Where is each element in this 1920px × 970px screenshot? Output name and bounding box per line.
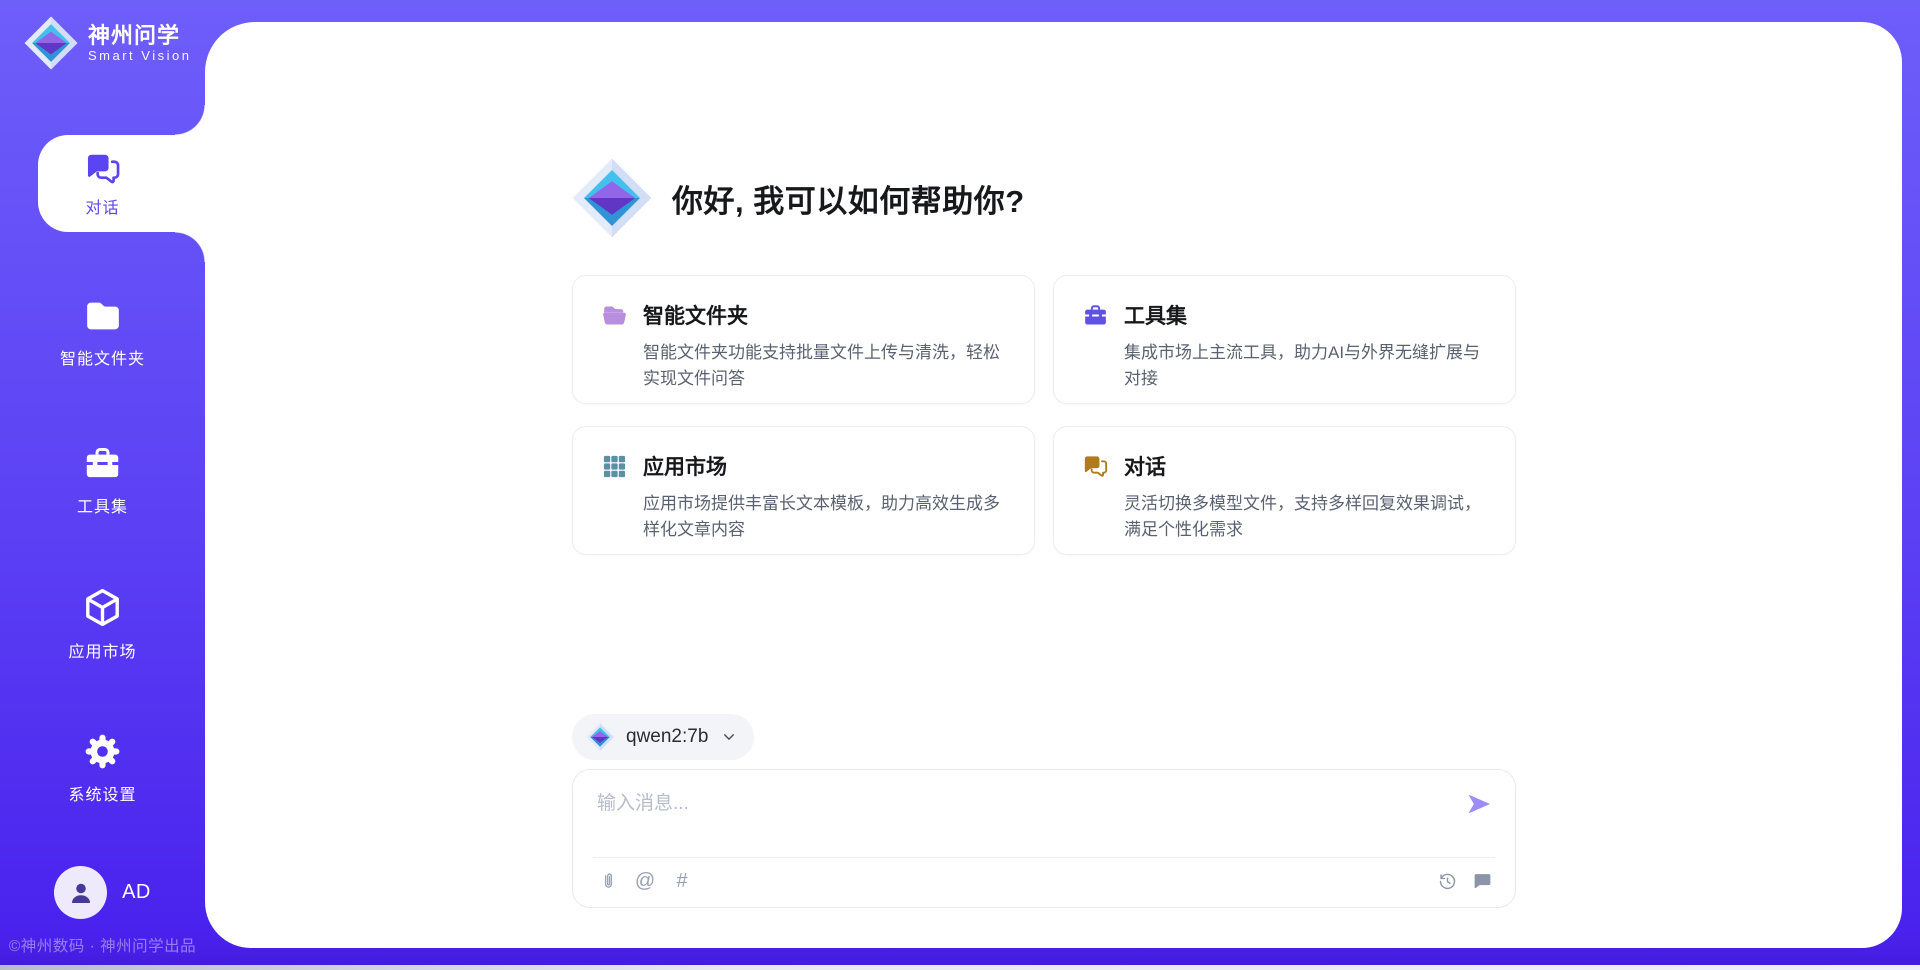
sidebar-item-folders[interactable]: 智能文件夹 bbox=[0, 296, 205, 369]
window-bottom-edge bbox=[0, 965, 1920, 970]
greeting: 你好, 我可以如何帮助你? bbox=[572, 158, 1025, 238]
chat-bubbles-icon bbox=[1082, 453, 1109, 480]
message-input[interactable]: 输入消息... bbox=[597, 788, 1445, 848]
sidebar: 神州问学 Smart Vision 对话 智能文件夹 工具集 应用市 bbox=[0, 0, 205, 970]
brand: 神州问学 Smart Vision bbox=[24, 16, 191, 70]
send-icon[interactable] bbox=[1465, 790, 1493, 818]
model-selector[interactable]: qwen2:7b bbox=[572, 714, 754, 760]
person-icon bbox=[66, 878, 96, 908]
grid-icon bbox=[601, 453, 628, 480]
card-description: 集成市场上主流工具，助力AI与外界无缝扩展与对接 bbox=[1124, 340, 1487, 391]
tab-fillet-top bbox=[175, 105, 205, 135]
brand-gem-icon bbox=[586, 723, 614, 751]
sidebar-item-label: 系统设置 bbox=[0, 781, 205, 805]
card-title: 工具集 bbox=[1124, 300, 1187, 330]
sidebar-item-label: 对话 bbox=[85, 194, 119, 218]
tab-fillet-bottom bbox=[175, 232, 205, 262]
sidebar-item-tools[interactable]: 工具集 bbox=[0, 443, 205, 517]
history-icon[interactable] bbox=[1436, 870, 1458, 892]
copyright-footer: ©神州数码 · 神州问学出品 bbox=[0, 934, 205, 956]
sidebar-item-label: 工具集 bbox=[0, 493, 205, 517]
folder-open-icon bbox=[601, 302, 628, 329]
composer-tools-left: @ # bbox=[597, 870, 693, 892]
toolbox-icon bbox=[1082, 302, 1109, 329]
sidebar-item-apps[interactable]: 应用市场 bbox=[0, 586, 205, 662]
message-composer: 输入消息... @ # bbox=[572, 769, 1516, 908]
sidebar-item-label: 智能文件夹 bbox=[0, 345, 205, 369]
sidebar-item-settings[interactable]: 系统设置 bbox=[0, 731, 205, 805]
user-profile[interactable]: AD bbox=[0, 866, 205, 919]
brand-subtitle: Smart Vision bbox=[88, 48, 191, 63]
app-window: 神州问学 Smart Vision 对话 智能文件夹 工具集 应用市 bbox=[0, 0, 1920, 970]
chat-square-icon[interactable] bbox=[1471, 870, 1493, 892]
card-app-market[interactable]: 应用市场 应用市场提供丰富长文本模板，助力高效生成多样化文章内容 bbox=[572, 426, 1035, 555]
gear-icon bbox=[82, 731, 123, 772]
card-description: 智能文件夹功能支持批量文件上传与清洗，轻松实现文件问答 bbox=[643, 340, 1006, 391]
brand-gem-icon bbox=[24, 16, 78, 70]
cube-icon bbox=[81, 586, 124, 629]
card-chat[interactable]: 对话 灵活切换多模型文件，支持多样回复效果调试，满足个性化需求 bbox=[1053, 426, 1516, 555]
feature-cards: 智能文件夹 智能文件夹功能支持批量文件上传与清洗，轻松实现文件问答 工具集 集成… bbox=[572, 275, 1516, 555]
sidebar-item-label: 应用市场 bbox=[0, 638, 205, 662]
card-description: 灵活切换多模型文件，支持多样回复效果调试，满足个性化需求 bbox=[1124, 491, 1487, 542]
model-name: qwen2:7b bbox=[626, 726, 708, 748]
card-title: 智能文件夹 bbox=[643, 300, 748, 330]
greeting-title: 你好, 我可以如何帮助你? bbox=[672, 176, 1025, 221]
card-title: 对话 bbox=[1124, 451, 1166, 481]
hash-icon[interactable]: # bbox=[671, 870, 693, 892]
composer-tools-right bbox=[1436, 870, 1493, 892]
card-description: 应用市场提供丰富长文本模板，助力高效生成多样化文章内容 bbox=[643, 491, 1006, 542]
chat-bubbles-icon bbox=[84, 150, 122, 188]
greeting-gem-icon bbox=[572, 158, 652, 238]
toolbox-icon bbox=[82, 443, 123, 484]
chevron-down-icon bbox=[720, 728, 738, 746]
paperclip-icon[interactable] bbox=[597, 870, 619, 892]
card-title: 应用市场 bbox=[643, 451, 727, 481]
at-icon[interactable]: @ bbox=[634, 870, 656, 892]
card-toolset[interactable]: 工具集 集成市场上主流工具，助力AI与外界无缝扩展与对接 bbox=[1053, 275, 1516, 404]
brand-title: 神州问学 bbox=[88, 23, 191, 48]
sidebar-item-chat[interactable]: 对话 bbox=[0, 135, 205, 232]
composer-divider bbox=[593, 857, 1495, 858]
avatar bbox=[54, 866, 107, 919]
folder-icon bbox=[83, 296, 123, 336]
user-initials: AD bbox=[122, 881, 151, 904]
card-smart-folders[interactable]: 智能文件夹 智能文件夹功能支持批量文件上传与清洗，轻松实现文件问答 bbox=[572, 275, 1035, 404]
